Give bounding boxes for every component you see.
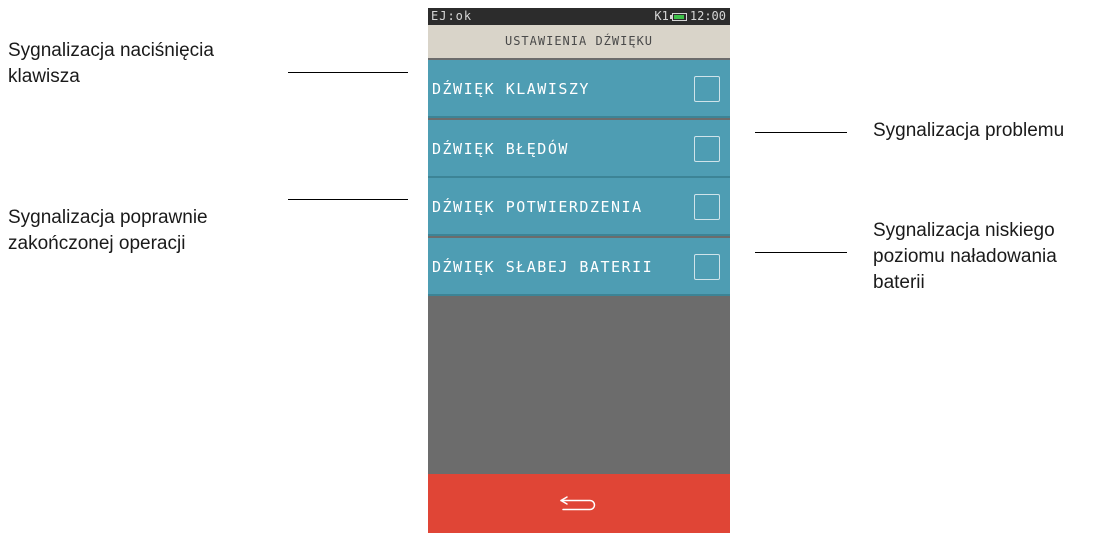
status-right: K1 12:00 [654,8,726,25]
menu-item-confirm-sound[interactable]: DŹWIĘK POTWIERDZENIA [428,178,730,236]
clock: 12:00 [689,9,726,23]
menu-item-label: DŹWIĘK BŁĘDÓW [432,140,569,158]
back-arrow-icon [560,496,596,511]
leader-line-confirm-sound [288,199,408,200]
annotation-low-battery: Sygnalizacja niskiego poziomu naładowani… [873,220,1057,293]
annotation-key-sound: Sygnalizacja naciśnięcia klawisza [8,40,214,87]
menu-item-label: DŹWIĘK POTWIERDZENIA [432,198,643,216]
leader-line-key-sound [288,72,408,73]
screen-title: USTAWIENIA DŹWIĘKU [428,25,730,58]
menu-item-key-sound[interactable]: DŹWIĘK KLAWISZY [428,60,730,118]
menu-item-error-sound[interactable]: DŹWIĘK BŁĘDÓW [428,120,730,178]
low-battery-sound-checkbox[interactable] [694,254,720,280]
menu-item-low-battery-sound[interactable]: DŹWIĘK SŁABEJ BATERII [428,238,730,296]
back-button[interactable] [428,474,730,533]
confirm-sound-checkbox[interactable] [694,194,720,220]
ej-status: EJ:ok [431,9,473,23]
menu-item-label: DŹWIĘK SŁABEJ BATERII [432,258,654,276]
battery-icon [669,12,687,21]
status-bar: EJ:ok K1 12:00 [428,8,730,25]
leader-line-low-battery [755,252,847,253]
register-label: K1 [654,9,669,23]
leader-line-error-sound [755,132,847,133]
device-screen: EJ:ok K1 12:00 USTAWIENIA DŹWIĘKU DŹWIĘK… [428,8,730,533]
annotation-confirm-sound: Sygnalizacja poprawnie zakończonej opera… [8,207,208,254]
annotation-error-sound: Sygnalizacja problemu [873,120,1065,141]
key-sound-checkbox[interactable] [694,76,720,102]
menu-item-label: DŹWIĘK KLAWISZY [432,80,590,98]
error-sound-checkbox[interactable] [694,136,720,162]
